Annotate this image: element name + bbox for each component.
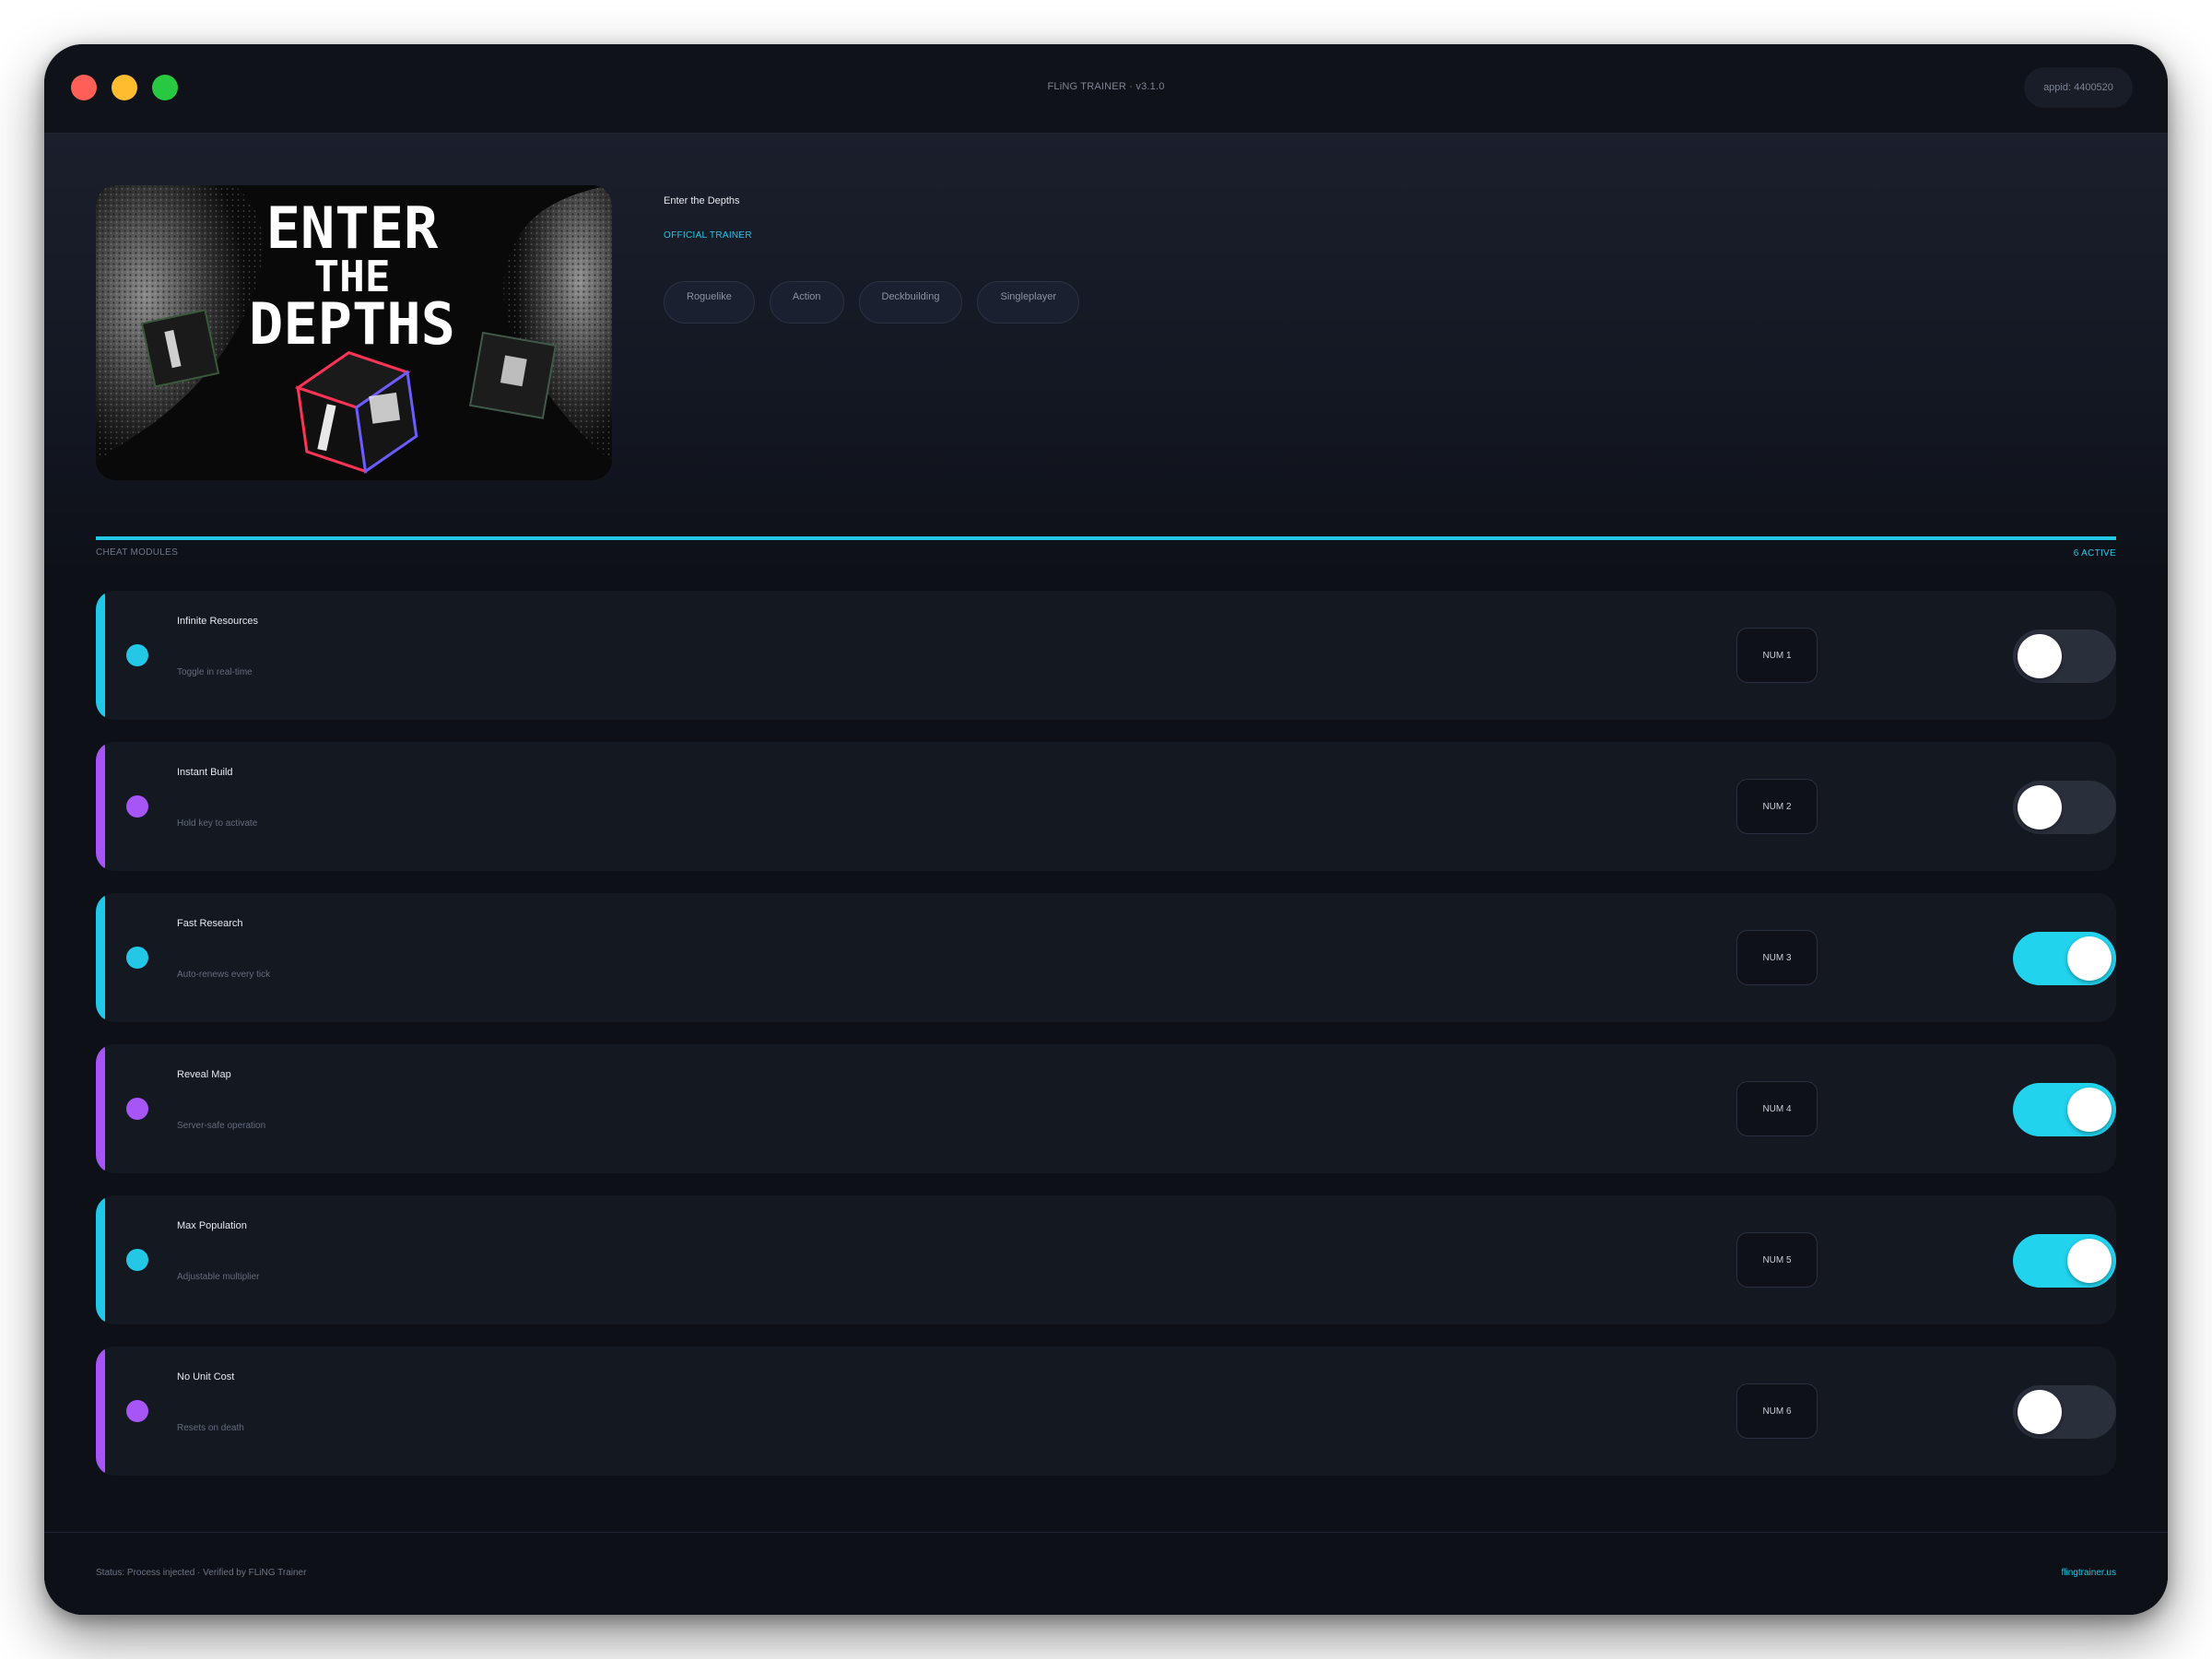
module-name: No Unit Cost — [177, 1371, 235, 1382]
cover-text-depths: DEPTHS — [249, 290, 455, 358]
module-toggle[interactable] — [2013, 1385, 2116, 1439]
title-bar: FLiNG TRAINER · v3.1.0 appid: 4400520 — [44, 44, 2168, 134]
tag-roguelike[interactable]: Roguelike — [664, 281, 755, 324]
hotkey-button[interactable]: NUM 6 — [1736, 1383, 1818, 1439]
status-footer: Status: Process injected · Verified by F… — [44, 1532, 2168, 1615]
cheat-module-row: Infinite Resources Toggle in real-time N… — [96, 591, 2116, 720]
module-name: Reveal Map — [177, 1069, 231, 1080]
tag-deckbuilding[interactable]: Deckbuilding — [858, 281, 963, 324]
module-toggle[interactable] — [2013, 781, 2116, 834]
module-subtitle: Server-safe operation — [177, 1121, 266, 1131]
toggle-knob — [2018, 1390, 2062, 1434]
module-accent-bar — [96, 893, 105, 1022]
official-trainer-badge: OFFICIAL TRAINER — [664, 230, 752, 241]
hotkey-button[interactable]: NUM 5 — [1736, 1232, 1818, 1288]
module-subtitle: Auto-renews every tick — [177, 970, 271, 980]
module-name: Max Population — [177, 1220, 247, 1231]
module-accent-bar — [96, 1347, 105, 1476]
cheat-module-row: Instant Build Hold key to activate NUM 2 — [96, 742, 2116, 871]
cheat-module-row: Max Population Adjustable multiplier NUM… — [96, 1195, 2116, 1324]
module-name: Fast Research — [177, 918, 243, 929]
toggle-knob — [2018, 634, 2062, 678]
module-toggle[interactable] — [2013, 629, 2116, 683]
toggle-knob — [2018, 785, 2062, 830]
game-title: Enter the Depths — [664, 195, 740, 206]
section-label: CHEAT MODULES — [96, 547, 179, 558]
module-status-dot — [126, 1249, 148, 1271]
module-name: Instant Build — [177, 767, 233, 778]
module-accent-bar — [96, 1044, 105, 1173]
module-toggle[interactable] — [2013, 1083, 2116, 1136]
website-link[interactable]: flingtrainer.us — [2062, 1568, 2116, 1578]
hotkey-button[interactable]: NUM 2 — [1736, 779, 1818, 834]
module-accent-bar — [96, 1195, 105, 1324]
game-cover-image: ENTER THE DEPTHS — [96, 185, 612, 480]
hotkey-button[interactable]: NUM 1 — [1736, 628, 1818, 683]
active-count: 6 ACTIVE — [2073, 548, 2116, 559]
module-subtitle: Toggle in real-time — [177, 667, 253, 677]
section-divider — [96, 536, 2116, 540]
game-header: ENTER THE DEPTHS Enter the Depths OFFICI… — [44, 134, 2168, 582]
trainer-window: FLiNG TRAINER · v3.1.0 appid: 4400520 EN… — [44, 44, 2168, 1615]
cheat-module-row: Reveal Map Server-safe operation NUM 4 — [96, 1044, 2116, 1173]
appid-badge: appid: 4400520 — [2024, 67, 2133, 108]
window-title: FLiNG TRAINER · v3.1.0 — [1047, 81, 1165, 92]
tag-singleplayer[interactable]: Singleplayer — [977, 281, 1080, 324]
module-accent-bar — [96, 591, 105, 720]
module-status-dot — [126, 644, 148, 666]
toggle-knob — [2067, 1088, 2112, 1132]
toggle-knob — [2067, 1239, 2112, 1283]
tag-action[interactable]: Action — [769, 281, 844, 324]
cheat-module-row: No Unit Cost Resets on death NUM 6 — [96, 1347, 2116, 1476]
module-toggle[interactable] — [2013, 932, 2116, 985]
toggle-knob — [2067, 936, 2112, 981]
module-name: Infinite Resources — [177, 616, 259, 627]
module-status-dot — [126, 1098, 148, 1120]
module-subtitle: Adjustable multiplier — [177, 1272, 260, 1282]
module-status-dot — [126, 795, 148, 818]
game-tags: Roguelike Action Deckbuilding Singleplay… — [664, 281, 1080, 324]
module-toggle[interactable] — [2013, 1234, 2116, 1288]
hotkey-button[interactable]: NUM 4 — [1736, 1081, 1818, 1136]
hotkey-button[interactable]: NUM 3 — [1736, 930, 1818, 985]
status-text: Status: Process injected · Verified by F… — [96, 1568, 307, 1578]
module-subtitle: Resets on death — [177, 1423, 244, 1433]
cheat-module-row: Fast Research Auto-renews every tick NUM… — [96, 893, 2116, 1022]
module-status-dot — [126, 1400, 148, 1422]
module-status-dot — [126, 947, 148, 969]
module-subtitle: Hold key to activate — [177, 818, 258, 829]
module-accent-bar — [96, 742, 105, 871]
cheat-module-list: Infinite Resources Toggle in real-time N… — [96, 591, 2116, 1498]
